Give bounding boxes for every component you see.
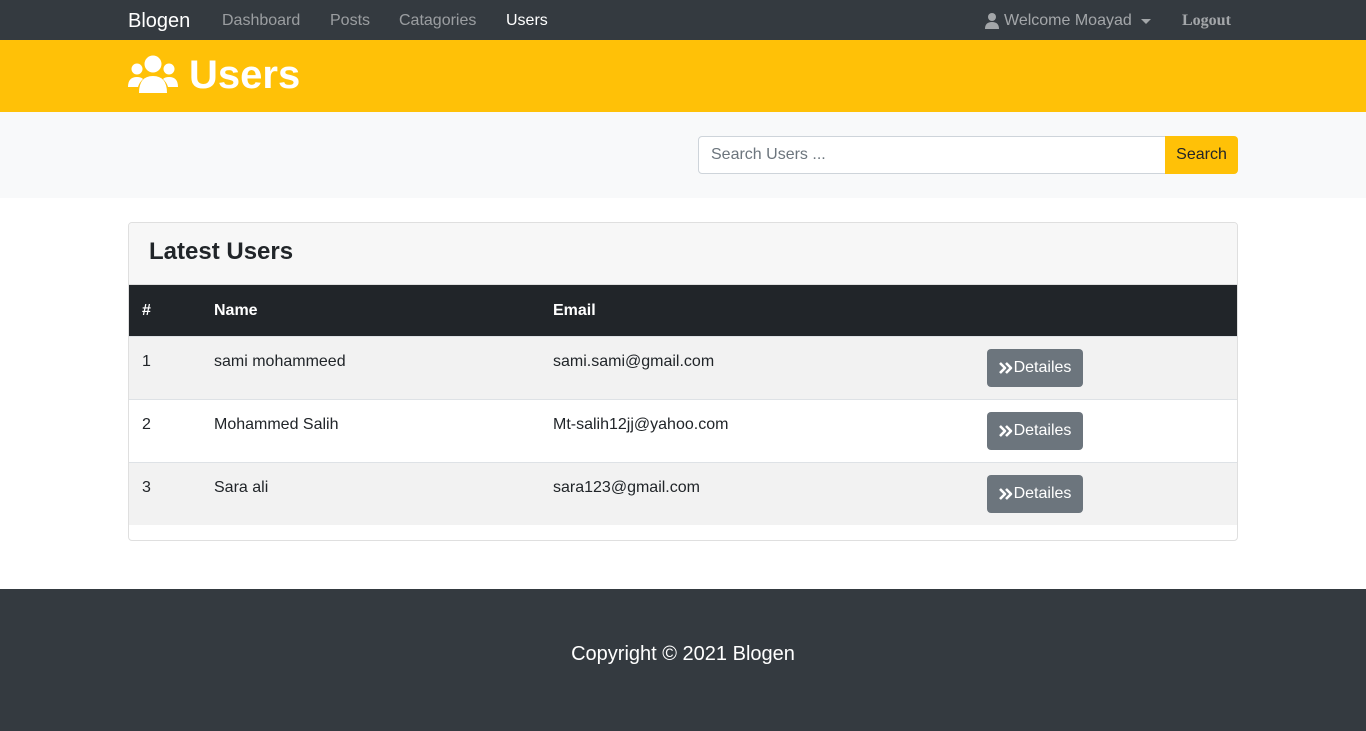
row-name: sami mohammeed [214,353,346,370]
row-name: Mohammed Salih [214,416,339,433]
details-button-label: Detailes [1013,485,1072,502]
nav-link-categories[interactable]: Catagories [399,11,476,31]
search-button[interactable]: Search [1165,136,1238,174]
row-number: 2 [142,416,151,433]
table-row: 3 Sara ali sara123@gmail.com Detailes [129,462,1237,525]
user-icon [985,13,999,29]
logout-link[interactable]: Logout [1182,11,1231,31]
welcome-label: Welcome Moayad [1004,12,1132,29]
double-chevron-right-icon [998,488,1012,500]
card-header: Latest Users [129,223,1237,285]
search-users-input[interactable] [698,136,1166,174]
details-button[interactable]: Detailes [987,412,1083,450]
details-button-label: Detailes [1013,359,1072,376]
copyright-text: Copyright © 2021 Blogen [571,643,795,665]
row-email: Mt-salih12jj@yahoo.com [553,416,729,433]
brand-link[interactable]: Blogen [128,8,190,34]
column-header-name: Name [214,302,258,319]
row-number: 1 [142,353,151,370]
double-chevron-right-icon [998,362,1012,374]
column-header-email: Email [553,302,596,319]
page-header: Users [0,40,1366,112]
nav-link-users[interactable]: Users [506,11,548,31]
table-row: 2 Mohammed Salih Mt-salih12jj@yahoo.com … [129,399,1237,462]
row-name: Sara ali [214,479,269,496]
details-button[interactable]: Detailes [987,475,1083,513]
details-button-label: Detailes [1013,422,1072,439]
table-row: 1 sami mohammeed sami.sami@gmail.com Det… [129,336,1237,399]
user-dropdown[interactable]: Welcome Moayad [985,11,1151,31]
column-header-number: # [142,302,151,319]
row-number: 3 [142,479,151,496]
latest-users-card: Latest Users # Name Email 1 sami mohamme… [128,222,1238,541]
double-chevron-right-icon [998,425,1012,437]
nav-link-dashboard[interactable]: Dashboard [222,11,300,31]
details-button[interactable]: Detailes [987,349,1083,387]
card-title: Latest Users [149,238,294,265]
page-footer: Copyright © 2021 Blogen [0,589,1366,731]
search-section: Search [0,112,1366,198]
top-navbar: Blogen Dashboard Posts Catagories Users … [0,0,1366,40]
caret-down-icon [1140,18,1151,24]
page-title: Users [189,53,301,97]
users-icon [128,55,178,93]
row-email: sami.sami@gmail.com [553,353,715,370]
nav-link-posts[interactable]: Posts [330,11,370,31]
table-header: # Name Email [129,285,1237,336]
row-email: sara123@gmail.com [553,479,700,496]
